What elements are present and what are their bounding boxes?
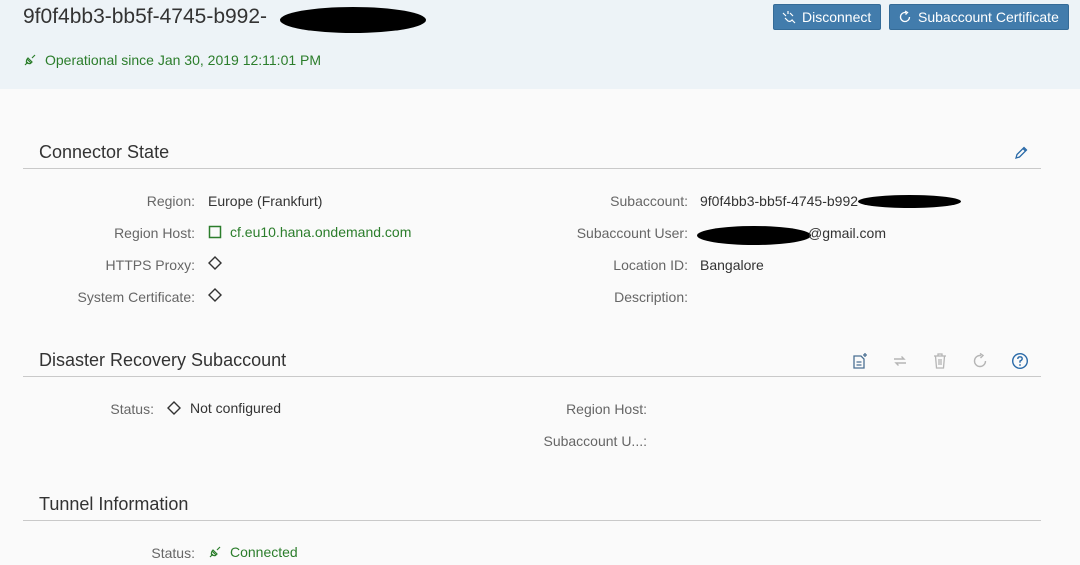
dr-status-text: Not configured	[190, 400, 282, 416]
disaster-recovery-divider	[23, 376, 1041, 377]
operational-status-text: Operational since Jan 30, 2019 12:11:01 …	[45, 52, 322, 68]
disconnect-label: Disconnect	[802, 9, 872, 25]
refresh-icon	[898, 10, 912, 24]
dr-status-label: Status:	[110, 401, 154, 417]
location-id-value: Bangalore	[700, 257, 764, 273]
subaccount-certificate-label: Subaccount Certificate	[918, 9, 1059, 25]
tunnel-status-text: Connected	[230, 544, 298, 560]
subaccount-value: 9f0f4bb3-bb5f-4745-b992	[700, 193, 859, 209]
title-text: 9f0f4bb3-bb5f-4745-b992-	[23, 5, 268, 28]
refresh-icon[interactable]	[971, 352, 989, 370]
region-host-value[interactable]: cf.eu10.hana.ondemand.com	[208, 224, 411, 240]
redaction-mark	[858, 195, 961, 208]
region-label: Region:	[146, 193, 195, 209]
plug-connected-icon	[208, 545, 222, 559]
page-title: 9f0f4bb3-bb5f-4745-b992-	[23, 5, 267, 29]
region-host-text: cf.eu10.hana.ondemand.com	[230, 224, 412, 240]
tunnel-status-value: Connected	[208, 544, 298, 560]
pencil-icon[interactable]	[1012, 144, 1030, 162]
tunnel-information-divider	[23, 520, 1041, 521]
connector-state-title: Connector State	[39, 142, 170, 162]
diamond-icon	[206, 286, 224, 304]
dr-region-host-label: Region Host:	[566, 401, 647, 417]
description-label: Description:	[614, 289, 688, 305]
plug-connected-icon	[23, 53, 37, 67]
trash-icon[interactable]	[931, 352, 949, 370]
redaction-mark	[280, 7, 426, 33]
connector-state-divider	[23, 168, 1041, 169]
disconnect-button[interactable]: Disconnect	[773, 4, 881, 30]
add-document-icon[interactable]	[851, 352, 869, 370]
region-host-label: Region Host:	[114, 225, 195, 241]
diamond-icon	[206, 254, 224, 272]
subaccount-user-value: @gmail.com	[808, 225, 887, 241]
sync-icon[interactable]	[891, 352, 909, 370]
subaccount-certificate-button[interactable]: Subaccount Certificate	[889, 4, 1069, 30]
disaster-recovery-title: Disaster Recovery Subaccount	[39, 350, 287, 370]
help-icon[interactable]	[1011, 352, 1029, 370]
diamond-icon	[166, 400, 182, 416]
tunnel-information-title: Tunnel Information	[39, 494, 189, 514]
system-certificate-label: System Certificate:	[77, 289, 195, 305]
dr-subaccount-user-label: Subaccount U...:	[543, 433, 647, 449]
operational-status: Operational since Jan 30, 2019 12:11:01 …	[23, 52, 321, 68]
region-value: Europe (Frankfurt)	[208, 193, 323, 209]
plug-disconnect-icon	[782, 10, 796, 24]
dr-status-value: Not configured	[166, 400, 281, 416]
square-icon	[208, 225, 222, 239]
page-header: 9f0f4bb3-bb5f-4745-b992- Operational sin…	[0, 0, 1080, 89]
tunnel-status-label: Status:	[151, 545, 195, 561]
redaction-mark	[697, 226, 811, 245]
subaccount-label: Subaccount:	[610, 193, 688, 209]
subaccount-user-label: Subaccount User:	[576, 225, 688, 241]
https-proxy-label: HTTPS Proxy:	[105, 257, 195, 273]
location-id-label: Location ID:	[613, 257, 688, 273]
